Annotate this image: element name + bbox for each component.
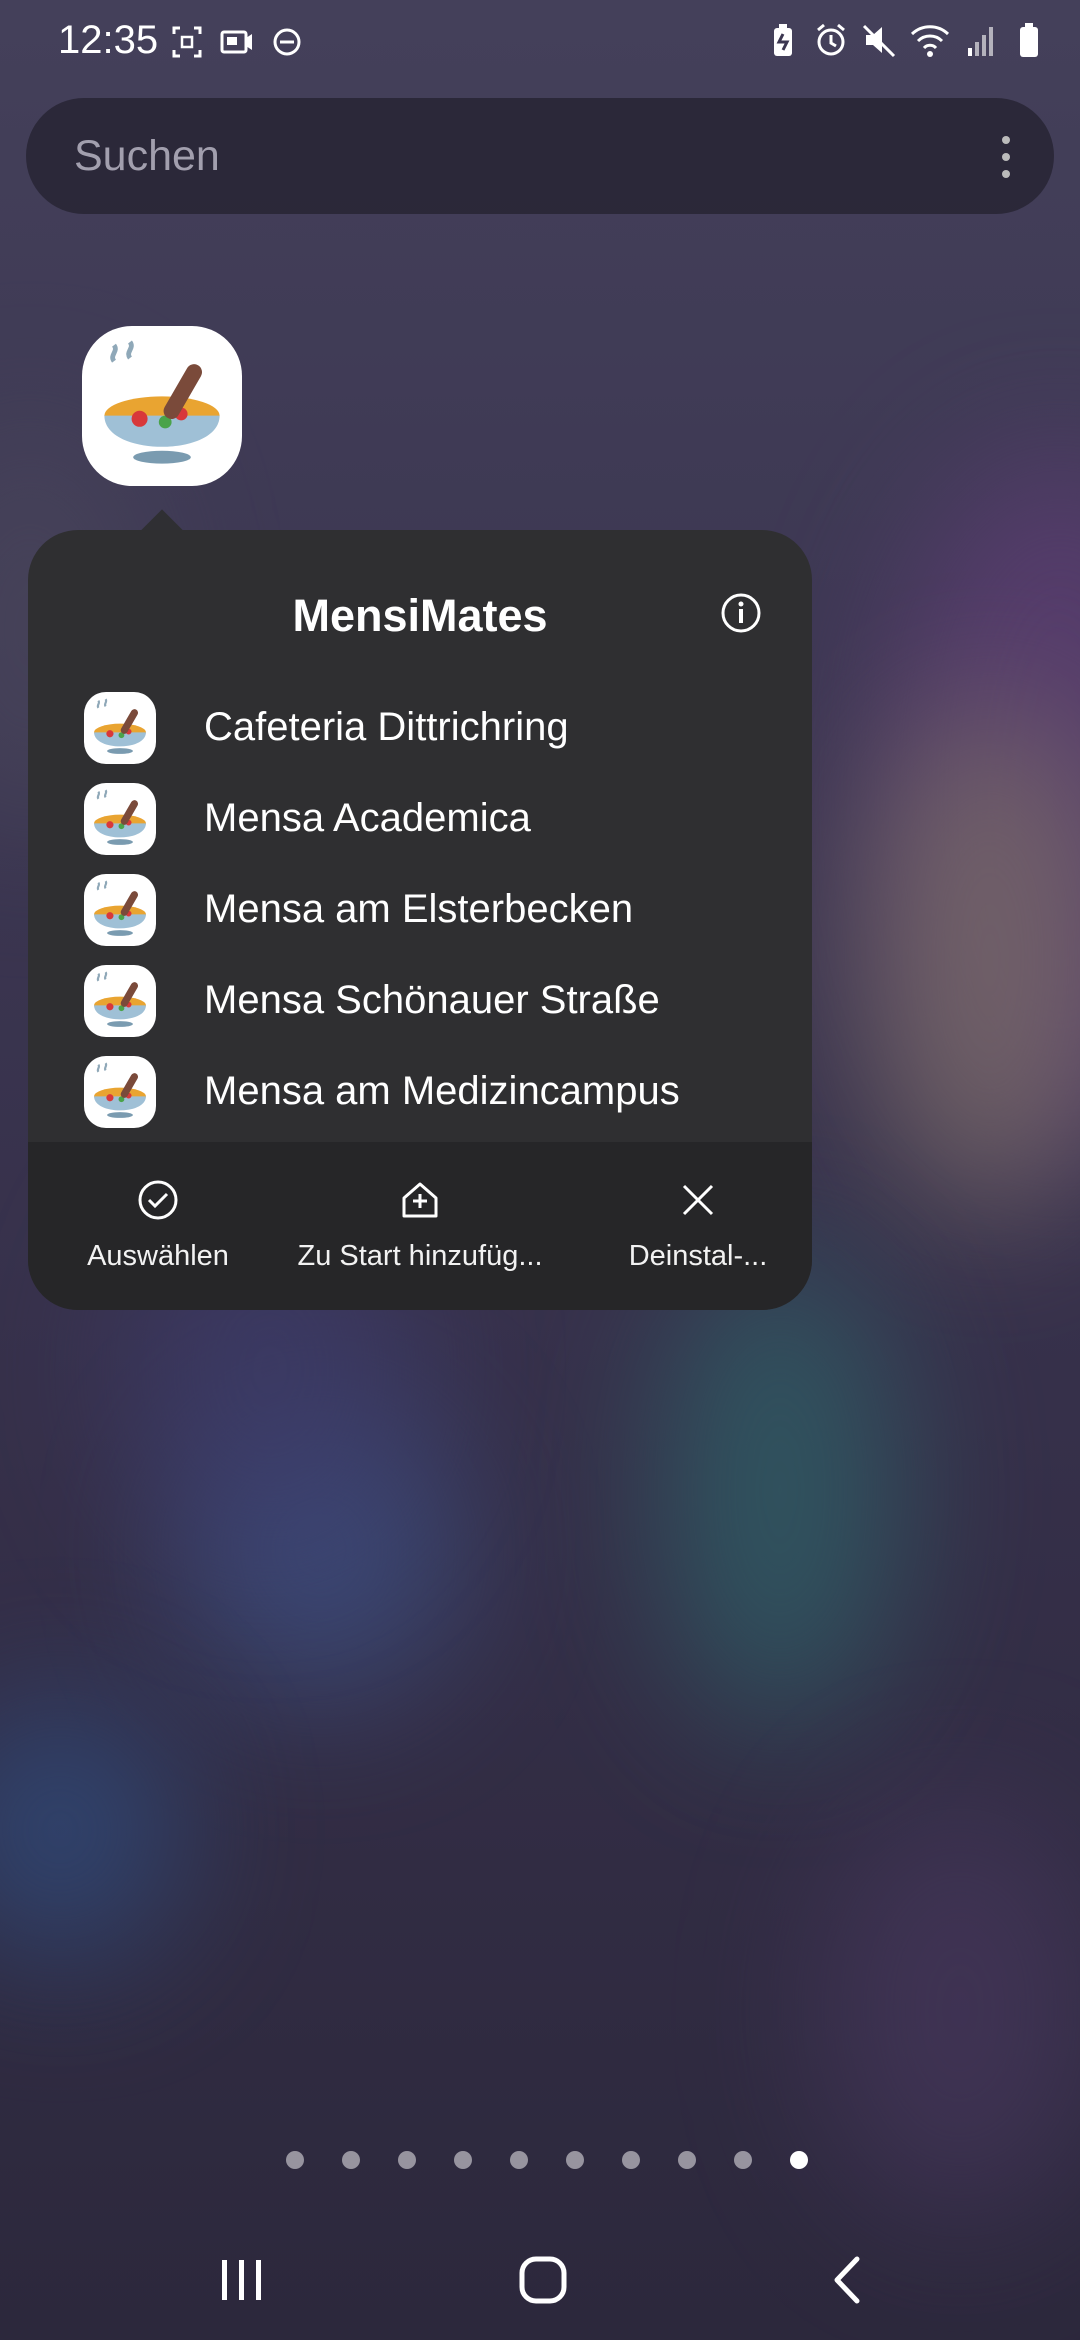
back-icon <box>834 2256 860 2304</box>
search-placeholder: Suchen <box>74 132 220 180</box>
uninstall-label: Deinstal-... <box>628 1240 768 1272</box>
page-dot[interactable] <box>566 2151 584 2169</box>
add-home-icon <box>402 1182 438 1218</box>
status-bar: 12:35 <box>0 0 1080 84</box>
page-dot[interactable] <box>286 2151 304 2169</box>
page-dot[interactable] <box>734 2151 752 2169</box>
soup-bowl-icon <box>93 788 147 846</box>
soup-bowl-icon <box>82 326 242 486</box>
page-dot[interactable] <box>622 2151 640 2169</box>
check-circle-icon <box>138 1180 178 1220</box>
shortcut-icon <box>84 873 156 946</box>
video-message-icon <box>220 30 252 54</box>
shortcut-label: Cafeteria Dittrichring <box>204 705 569 749</box>
info-icon[interactable] <box>720 592 762 634</box>
navigation-bar <box>0 2220 1080 2340</box>
soup-bowl-icon <box>93 879 147 937</box>
shortcut-icon <box>84 691 156 764</box>
page-dot[interactable] <box>510 2151 528 2169</box>
page-dot-active[interactable] <box>790 2151 808 2169</box>
action-bar: Auswählen Zu Start hinzufüg... Deinstal-… <box>28 1142 812 1310</box>
signal-icon <box>968 27 993 56</box>
recent-apps-button[interactable] <box>142 2220 342 2340</box>
recent-apps-icon <box>222 2260 261 2300</box>
mute-icon <box>862 24 896 58</box>
soup-bowl-icon <box>93 970 147 1028</box>
battery-saver-icon <box>774 24 792 56</box>
shortcut-icon <box>84 782 156 855</box>
shortcut-item[interactable]: Mensa Academica <box>28 773 812 864</box>
shortcut-label: Mensa Schönauer Straße <box>204 978 660 1022</box>
shortcut-list: Cafeteria Dittrichring Mensa Academica M… <box>28 682 812 1137</box>
shortcut-item[interactable]: Mensa am Elsterbecken <box>28 864 812 955</box>
select-button[interactable]: Auswählen <box>48 1142 268 1310</box>
shortcut-icon <box>84 1055 156 1128</box>
page-dot[interactable] <box>398 2151 416 2169</box>
page-dot[interactable] <box>454 2151 472 2169</box>
home-button[interactable] <box>443 2220 643 2340</box>
status-time: 12:35 <box>58 18 159 62</box>
status-left-icons <box>170 22 304 62</box>
home-icon <box>519 2256 567 2304</box>
do-not-disturb-icon <box>273 28 301 56</box>
status-right-icons <box>766 20 1046 60</box>
page-dot[interactable] <box>678 2151 696 2169</box>
alarm-icon <box>817 23 845 56</box>
add-to-home-label: Zu Start hinzufüg... <box>297 1240 543 1272</box>
battery-icon <box>1020 23 1038 57</box>
shortcut-item[interactable]: Cafeteria Dittrichring <box>28 682 812 773</box>
shortcut-icon <box>84 964 156 1037</box>
soup-bowl-icon <box>93 1061 147 1119</box>
soup-bowl-icon <box>93 697 147 755</box>
more-vert-icon[interactable] <box>1000 134 1012 180</box>
add-to-home-button[interactable]: Zu Start hinzufüg... <box>290 1142 550 1310</box>
uninstall-button[interactable]: Deinstal-... <box>588 1142 808 1310</box>
shortcut-label: Mensa am Elsterbecken <box>204 887 634 931</box>
popup-title: MensiMates <box>292 590 548 641</box>
screenshot-icon <box>172 26 202 58</box>
wifi-icon <box>910 25 950 57</box>
close-icon <box>682 1184 714 1216</box>
search-bar[interactable]: Suchen <box>26 98 1054 214</box>
select-label: Auswählen <box>87 1240 229 1272</box>
page-indicator[interactable] <box>286 2151 808 2169</box>
shortcut-item[interactable]: Mensa am Medizincampus <box>28 1046 812 1137</box>
back-button[interactable] <box>746 2220 946 2340</box>
shortcut-label: Mensa am Medizincampus <box>204 1069 680 1113</box>
app-shortcuts-popup: MensiMates Cafeteria Dittrichring Mensa … <box>28 530 812 1310</box>
shortcut-label: Mensa Academica <box>204 796 531 840</box>
page-dot[interactable] <box>342 2151 360 2169</box>
app-icon-mensimates[interactable] <box>82 326 242 486</box>
shortcut-item[interactable]: Mensa Schönauer Straße <box>28 955 812 1046</box>
